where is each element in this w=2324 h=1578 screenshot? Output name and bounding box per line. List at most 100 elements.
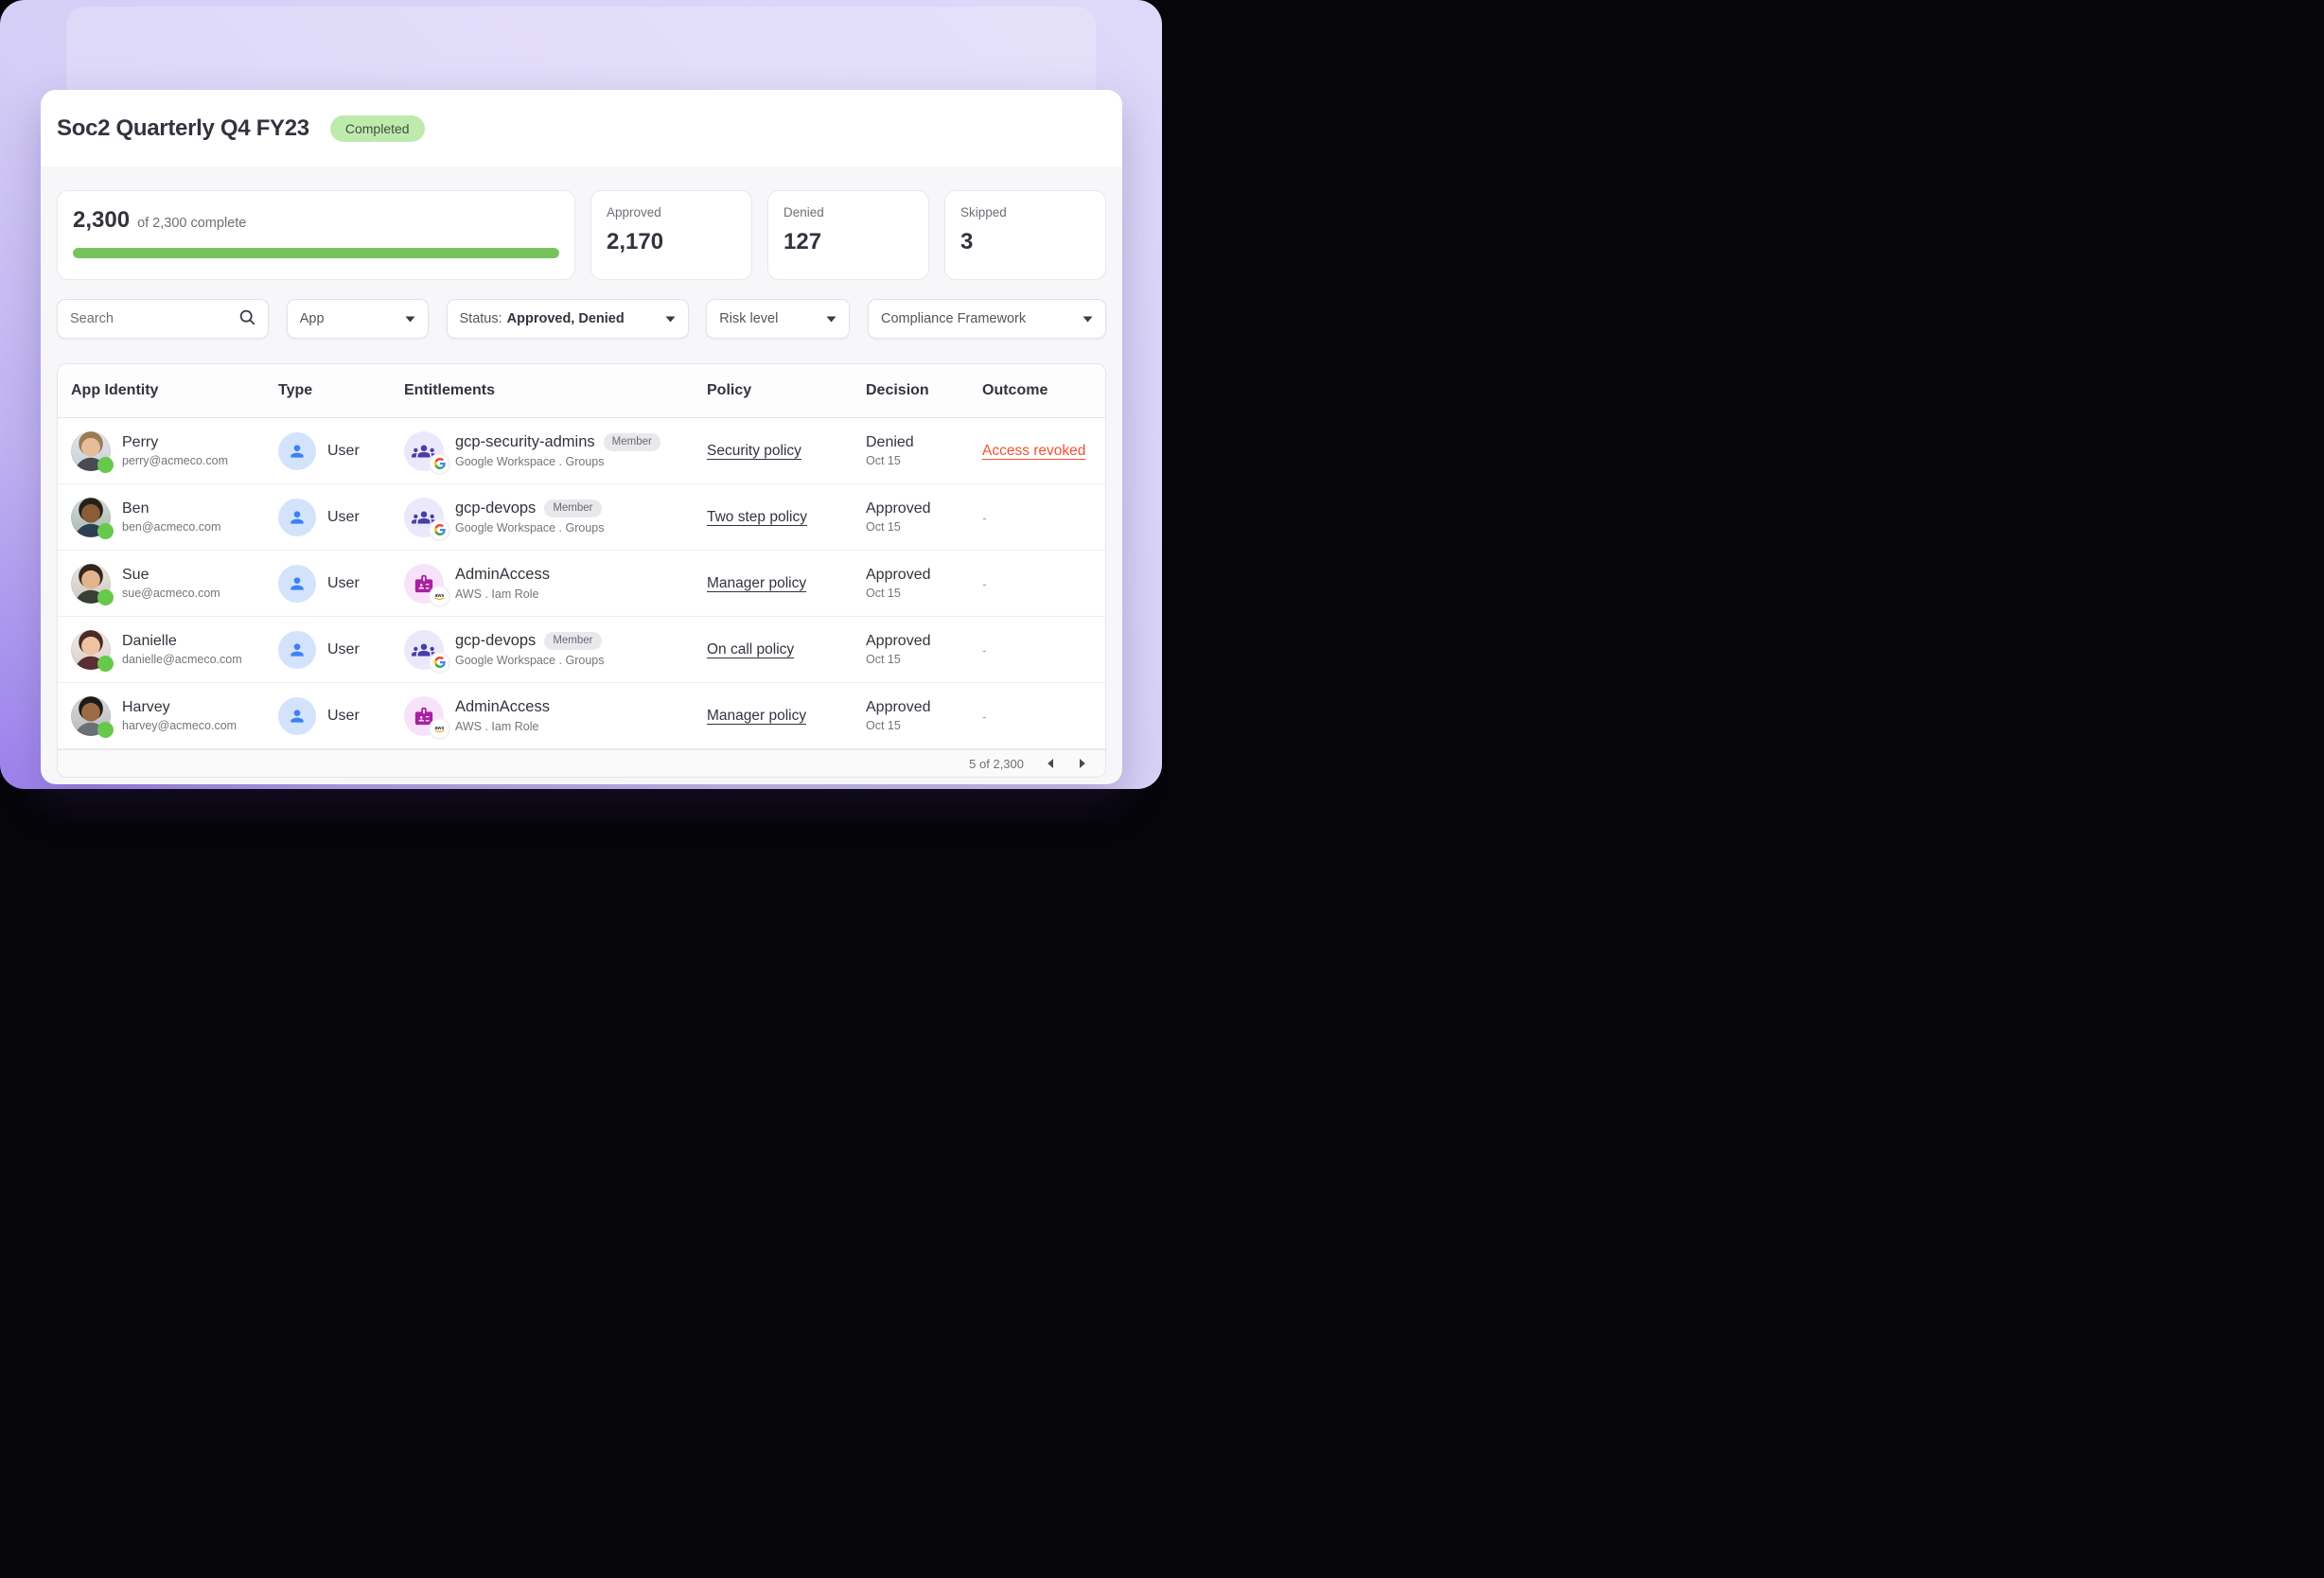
status-filter-value: Approved, Denied <box>507 311 625 326</box>
previous-page-button[interactable] <box>1043 756 1057 771</box>
outcome-empty: - <box>982 510 987 525</box>
status-filter-dropdown[interactable]: Status:Approved, Denied <box>447 299 689 339</box>
type-cell: User <box>265 565 391 603</box>
type-cell: User <box>265 432 391 470</box>
policy-cell: Security policy <box>694 443 853 460</box>
entitlement-source: Google Workspace . Groups <box>455 521 604 535</box>
chevron-down-icon <box>665 311 676 326</box>
policy-link[interactable]: Manager policy <box>707 708 806 725</box>
table-row: Harvey harvey@acmeco.com User aws <box>58 683 1105 749</box>
decision-date: Oct 15 <box>866 520 931 534</box>
column-header-decision: Decision <box>853 382 969 399</box>
app-filter-dropdown[interactable]: App <box>287 299 429 339</box>
card-body: 2,300 of 2,300 complete Approved 2,170 D… <box>41 167 1122 778</box>
identity-email: sue@acmeco.com <box>122 587 220 600</box>
search-input[interactable] <box>70 311 226 326</box>
stat-label: Skipped <box>960 205 1090 219</box>
entitlement-cell: gcp-devops Member Google Workspace . Gro… <box>391 498 694 537</box>
type-label: User <box>327 708 360 725</box>
decision-status: Approved <box>866 633 931 650</box>
member-role-badge: Member <box>604 433 660 452</box>
summary-row: 2,300 of 2,300 complete Approved 2,170 D… <box>57 190 1106 280</box>
stat-card-skipped: Skipped 3 <box>944 190 1106 280</box>
presence-dot <box>97 722 114 738</box>
progress-caption: of 2,300 complete <box>137 216 246 231</box>
outcome-cell: - <box>969 510 1106 525</box>
identity-email: perry@acmeco.com <box>122 454 228 467</box>
user-icon <box>278 432 316 470</box>
google-g-icon <box>429 453 450 475</box>
table-row: Sue sue@acmeco.com User aws <box>58 551 1105 617</box>
access-review-table: App Identity Type Entitlements Policy De… <box>57 363 1106 778</box>
svg-text:aws: aws <box>434 726 444 731</box>
outcome-link[interactable]: Access revoked <box>982 443 1085 460</box>
entitlement-source: Google Workspace . Groups <box>455 455 660 468</box>
progress-card: 2,300 of 2,300 complete <box>57 190 575 280</box>
decision-date: Oct 15 <box>866 587 931 600</box>
entitlement-name: gcp-devops <box>455 500 536 517</box>
decision-status: Denied <box>866 434 914 451</box>
identity-name: Danielle <box>122 633 242 650</box>
risk-level-filter-dropdown[interactable]: Risk level <box>706 299 850 339</box>
avatar <box>71 630 111 670</box>
stat-value: 2,170 <box>607 229 736 255</box>
entitlement-cell: aws AdminAccess AWS . Iam Role <box>391 696 694 736</box>
aws-logo-icon: aws <box>429 586 450 607</box>
identity-cell: Danielle danielle@acmeco.com <box>58 630 265 670</box>
google-g-icon <box>429 519 450 541</box>
decision-status: Approved <box>866 500 931 517</box>
avatar <box>71 564 111 604</box>
outcome-empty: - <box>982 709 987 724</box>
decision-status: Approved <box>866 699 931 716</box>
identity-cell: Harvey harvey@acmeco.com <box>58 696 265 736</box>
decision-date: Oct 15 <box>866 719 931 732</box>
identity-cell: Ben ben@acmeco.com <box>58 498 265 537</box>
entitlement-name: gcp-security-admins <box>455 433 595 451</box>
identity-email: danielle@acmeco.com <box>122 653 242 666</box>
review-card: Soc2 Quarterly Q4 FY23 Completed 2,300 o… <box>41 90 1122 784</box>
entitlement-cell: aws AdminAccess AWS . Iam Role <box>391 564 694 604</box>
column-header-entitlements: Entitlements <box>391 382 694 399</box>
entitlement-cell: gcp-devops Member Google Workspace . Gro… <box>391 630 694 670</box>
svg-text:aws: aws <box>434 593 444 599</box>
stat-card-denied: Denied 127 <box>767 190 929 280</box>
policy-link[interactable]: Two step policy <box>707 509 807 526</box>
iam-badge-icon: aws <box>404 696 444 736</box>
type-label: User <box>327 509 360 526</box>
next-page-icon <box>1078 758 1088 769</box>
policy-link[interactable]: On call policy <box>707 641 794 658</box>
previous-page-icon <box>1045 758 1055 769</box>
outcome-cell: - <box>969 576 1106 591</box>
column-header-outcome: Outcome <box>969 382 1106 399</box>
next-page-button[interactable] <box>1076 756 1090 771</box>
stat-label: Approved <box>607 205 736 219</box>
identity-name: Harvey <box>122 699 237 716</box>
type-label: User <box>327 575 360 592</box>
type-cell: User <box>265 499 391 536</box>
outcome-empty: - <box>982 642 987 658</box>
identity-name: Ben <box>122 500 220 517</box>
type-cell: User <box>265 631 391 669</box>
decision-cell: Approved Oct 15 <box>853 567 969 600</box>
iam-badge-icon: aws <box>404 564 444 604</box>
stat-label: Denied <box>783 205 913 219</box>
search-box[interactable] <box>57 299 269 339</box>
identity-cell: Sue sue@acmeco.com <box>58 564 265 604</box>
progress-count: 2,300 <box>73 207 130 234</box>
user-icon <box>278 697 316 735</box>
policy-link[interactable]: Manager policy <box>707 575 806 592</box>
outcome-cell: Access revoked <box>969 443 1106 460</box>
entitlement-name: AdminAccess <box>455 566 550 584</box>
decision-cell: Approved Oct 15 <box>853 500 969 534</box>
app-filter-label: App <box>300 311 325 326</box>
policy-link[interactable]: Security policy <box>707 443 801 460</box>
stat-value: 3 <box>960 229 1090 255</box>
table-row: Perry perry@acmeco.com User <box>58 418 1105 484</box>
chevron-down-icon <box>826 311 836 326</box>
entitlement-cell: gcp-security-admins Member Google Worksp… <box>391 431 694 471</box>
compliance-framework-filter-dropdown[interactable]: Compliance Framework <box>868 299 1106 339</box>
entitlement-source: Google Workspace . Groups <box>455 654 604 667</box>
search-icon <box>239 309 255 329</box>
outcome-empty: - <box>982 576 987 591</box>
chevron-down-icon <box>405 311 415 326</box>
